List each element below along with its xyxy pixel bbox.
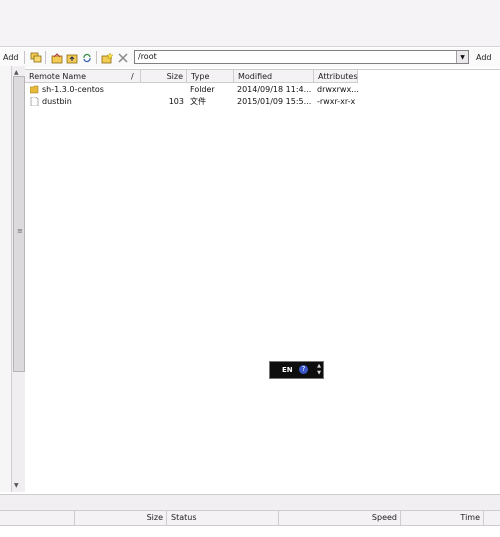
language-bar[interactable]: EN ? ▲ ▼ — [269, 361, 324, 379]
file-type: Folder — [190, 85, 215, 94]
file-modified: 2015/01/09 15:5... — [237, 97, 312, 106]
remote-path-combobox[interactable]: /root ▼ — [134, 50, 469, 64]
remote-path-input[interactable]: /root — [138, 51, 157, 63]
remote-file-list: Remote Name / Size Type Modified Attribu… — [25, 69, 500, 493]
column-label: Remote Name — [29, 72, 87, 81]
grip-icon: ≡ — [17, 227, 23, 235]
panel-divider — [0, 494, 500, 511]
file-type: 文件 — [190, 97, 206, 106]
add-button-left[interactable]: Add — [3, 48, 19, 67]
scroll-up-icon[interactable]: ▲ — [14, 69, 19, 76]
home-folder-icon[interactable] — [50, 51, 63, 64]
file-size: 103 — [168, 97, 184, 106]
chevron-down-icon[interactable]: ▼ — [456, 51, 468, 63]
queue-column-name[interactable] — [0, 511, 75, 525]
delete-icon[interactable] — [116, 51, 129, 64]
scrollbar-thumb[interactable]: ≡ — [13, 76, 25, 372]
copy-icon[interactable] — [29, 51, 42, 64]
queue-column-size[interactable]: Size — [75, 511, 167, 525]
toolbar-separator — [96, 51, 97, 64]
vertical-scrollbar[interactable]: ▲ ≡ ▼ — [11, 66, 25, 492]
column-header-attributes[interactable]: Attributes — [314, 70, 358, 83]
language-label[interactable]: EN — [282, 362, 293, 378]
toolbar-separator — [24, 51, 25, 64]
toolbar-separator — [45, 51, 46, 64]
table-row[interactable]: dustbin 103 文件 2015/01/09 15:5... -rwxr-… — [25, 96, 500, 108]
new-folder-icon[interactable] — [100, 51, 113, 64]
folder-icon — [29, 85, 39, 94]
file-name: sh-1.3.0-centos — [42, 85, 104, 94]
file-icon — [30, 96, 39, 107]
transfer-queue-header: Size Status Speed Time — [0, 511, 500, 526]
queue-column-speed[interactable]: Speed — [279, 511, 401, 525]
column-header-size[interactable]: Size — [141, 70, 187, 83]
file-name: dustbin — [42, 97, 72, 106]
top-empty-area — [0, 0, 500, 47]
refresh-icon[interactable] — [80, 51, 93, 64]
file-modified: 2014/09/18 11:4... — [237, 85, 312, 94]
toolbar: Add /root ▼ Add — [0, 48, 500, 67]
table-row[interactable]: sh-1.3.0-centos Folder 2014/09/18 11:4..… — [25, 84, 500, 96]
file-attributes: drwxrwx... — [317, 85, 359, 94]
help-icon[interactable]: ? — [299, 365, 308, 374]
sort-indicator: / — [131, 72, 134, 81]
scroll-down-icon[interactable]: ▼ — [14, 482, 19, 489]
up-folder-icon[interactable] — [65, 51, 78, 64]
language-menu-icon[interactable]: ▲ ▼ — [317, 363, 321, 377]
file-attributes: -rwxr-xr-x — [317, 97, 356, 106]
column-header-type[interactable]: Type — [187, 70, 234, 83]
column-header-modified[interactable]: Modified — [234, 70, 314, 83]
add-button-right[interactable]: Add — [476, 48, 492, 67]
queue-column-time[interactable]: Time — [401, 511, 484, 525]
transfer-queue-list — [0, 526, 500, 537]
column-header-remote-name[interactable]: Remote Name / — [25, 70, 141, 83]
queue-column-status[interactable]: Status — [167, 511, 279, 525]
